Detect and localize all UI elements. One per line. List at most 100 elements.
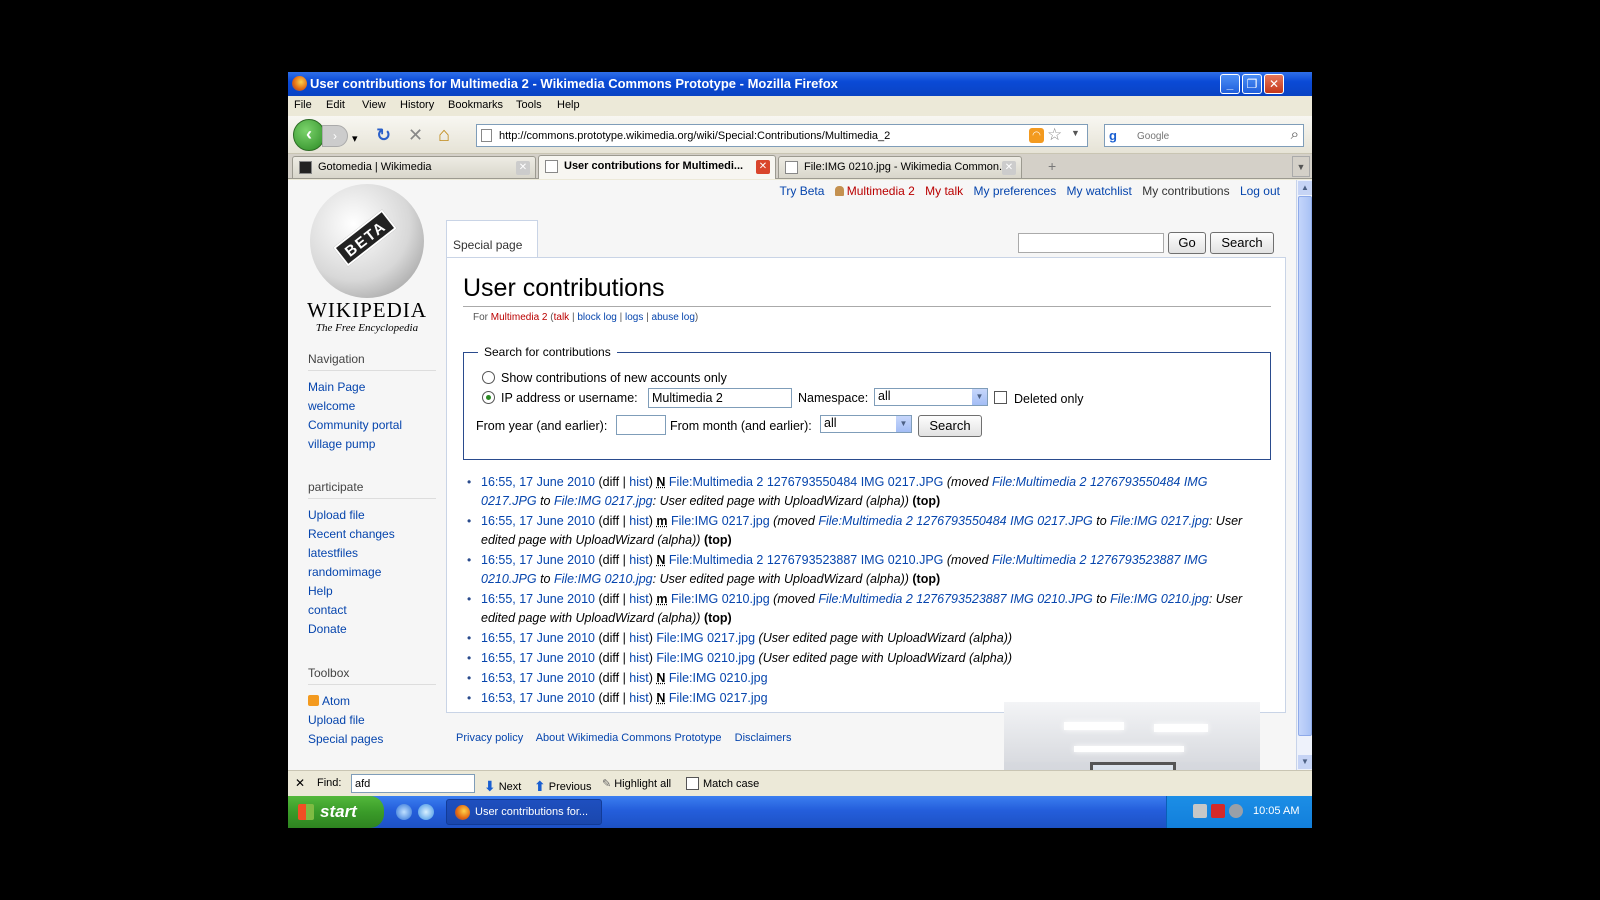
- from-year-input[interactable]: [616, 415, 666, 435]
- magnifier-icon[interactable]: ⌕: [1291, 126, 1299, 143]
- menu-view[interactable]: View: [362, 99, 386, 111]
- subtitle-block-log-link[interactable]: block log: [577, 312, 616, 323]
- menu-file[interactable]: File: [294, 99, 312, 111]
- home-icon[interactable]: ⌂: [438, 125, 450, 145]
- subtitle-abuse-log-link[interactable]: abuse log: [652, 312, 695, 323]
- my-contributions-link[interactable]: My contributions: [1142, 184, 1229, 198]
- star-icon[interactable]: ☆: [1047, 125, 1062, 145]
- start-button[interactable]: start: [288, 796, 384, 828]
- search-input[interactable]: [1137, 128, 1277, 144]
- minimize-button[interactable]: _: [1220, 74, 1240, 94]
- sidebar-item-latestfiles[interactable]: latestfiles: [308, 546, 358, 560]
- url-dropdown-icon[interactable]: ▼: [1071, 128, 1080, 138]
- summary-target-link[interactable]: File:IMG 0210.jpg: [1110, 592, 1209, 606]
- sidebar-item-community-portal[interactable]: Community portal: [308, 418, 402, 432]
- subtitle-talk-link[interactable]: talk: [554, 312, 570, 323]
- network-icon[interactable]: [1193, 804, 1207, 818]
- contribution-timestamp-link[interactable]: 16:53, 17 June 2010: [481, 691, 595, 705]
- tab-gotomedia[interactable]: Gotomedia | Wikimedia ✕: [292, 156, 536, 178]
- radio-ip-username[interactable]: IP address or username:: [482, 391, 638, 405]
- deleted-only-checkbox[interactable]: [994, 391, 1007, 404]
- search-bar[interactable]: g ⌕: [1104, 124, 1304, 147]
- back-arrow-icon[interactable]: ‹: [293, 119, 325, 151]
- try-beta-link[interactable]: Try Beta: [780, 184, 825, 198]
- wikipedia-globe-logo[interactable]: BETA WIKIPEDIA The Free Encyclopedia: [304, 184, 430, 334]
- tab-file-img-0210[interactable]: File:IMG 0210.jpg - Wikimedia Common... …: [778, 156, 1022, 178]
- wiki-search-input[interactable]: [1018, 233, 1164, 253]
- security-icon[interactable]: [1211, 804, 1225, 818]
- find-input[interactable]: [351, 774, 475, 793]
- summary-source-link[interactable]: File:Multimedia 2 1276793523887 IMG 0210…: [818, 592, 1092, 606]
- close-tab-icon[interactable]: ✕: [516, 161, 530, 175]
- find-previous-button[interactable]: ⬆ Previous: [534, 777, 592, 794]
- contribution-page-link[interactable]: File:IMG 0217.jpg: [671, 514, 770, 528]
- scroll-up-icon[interactable]: ▲: [1298, 181, 1312, 195]
- contributions-search-button[interactable]: Search: [918, 415, 982, 437]
- close-tab-icon[interactable]: ✕: [1002, 161, 1016, 175]
- taskbar-firefox-item[interactable]: User contributions for...: [446, 799, 602, 825]
- user-page-link[interactable]: Multimedia 2: [834, 184, 915, 198]
- menu-tools[interactable]: Tools: [516, 99, 542, 111]
- username-input[interactable]: [648, 388, 792, 408]
- my-preferences-link[interactable]: My preferences: [974, 184, 1057, 198]
- hist-link[interactable]: hist: [629, 651, 648, 665]
- menu-edit[interactable]: Edit: [326, 99, 345, 111]
- sidebar-item-donate[interactable]: Donate: [308, 622, 347, 636]
- summary-target-link[interactable]: File:IMG 0210.jpg: [554, 572, 653, 586]
- contribution-page-link[interactable]: File:Multimedia 2 1276793523887 IMG 0210…: [669, 553, 943, 567]
- close-find-bar-icon[interactable]: ✕: [295, 776, 305, 790]
- url-input[interactable]: [499, 127, 1019, 144]
- volume-icon[interactable]: [1229, 804, 1243, 818]
- history-dropdown-icon[interactable]: ▾: [352, 129, 358, 149]
- subtitle-user-link[interactable]: Multimedia 2: [491, 312, 548, 323]
- footer-disclaimers[interactable]: Disclaimers: [735, 732, 792, 744]
- hist-link[interactable]: hist: [629, 514, 648, 528]
- sidebar-item-welcome[interactable]: welcome: [308, 399, 355, 413]
- contribution-page-link[interactable]: File:IMG 0210.jpg: [669, 671, 768, 685]
- highlight-all-button[interactable]: ✎ Highlight all: [602, 777, 671, 790]
- contribution-timestamp-link[interactable]: 16:55, 17 June 2010: [481, 651, 595, 665]
- contribution-page-link[interactable]: File:IMG 0217.jpg: [656, 631, 755, 645]
- contribution-timestamp-link[interactable]: 16:55, 17 June 2010: [481, 553, 595, 567]
- hist-link[interactable]: hist: [629, 553, 648, 567]
- my-watchlist-link[interactable]: My watchlist: [1067, 184, 1132, 198]
- sidebar-item-special-pages[interactable]: Special pages: [308, 732, 383, 746]
- google-icon[interactable]: g: [1109, 128, 1125, 144]
- sidebar-item-atom[interactable]: Atom: [308, 694, 350, 708]
- sidebar-item-randomimage[interactable]: randomimage: [308, 565, 381, 579]
- menu-history[interactable]: History: [400, 99, 434, 111]
- footer-privacy-policy[interactable]: Privacy policy: [456, 732, 523, 744]
- tab-list-dropdown[interactable]: ▼: [1292, 156, 1310, 177]
- radio-button[interactable]: [482, 371, 495, 384]
- sidebar-item-toolbox-upload-file[interactable]: Upload file: [308, 713, 365, 727]
- summary-target-link[interactable]: File:IMG 0217.jpg: [1110, 514, 1209, 528]
- menu-help[interactable]: Help: [557, 99, 580, 111]
- match-case-option[interactable]: Match case: [686, 777, 759, 790]
- hist-link[interactable]: hist: [629, 691, 648, 705]
- hist-link[interactable]: hist: [629, 671, 648, 685]
- my-talk-link[interactable]: My talk: [925, 184, 963, 198]
- radio-button-selected[interactable]: [482, 391, 495, 404]
- go-button[interactable]: Go: [1168, 232, 1206, 254]
- sidebar-item-contact[interactable]: contact: [308, 603, 347, 617]
- contribution-timestamp-link[interactable]: 16:55, 17 June 2010: [481, 475, 595, 489]
- find-next-button[interactable]: ⬇ Next: [484, 777, 521, 794]
- reload-icon[interactable]: ↻: [376, 125, 391, 145]
- match-case-checkbox[interactable]: [686, 777, 699, 790]
- wiki-search-button[interactable]: Search: [1210, 232, 1274, 254]
- quicklaunch-browser-icon[interactable]: [396, 804, 412, 820]
- contribution-page-link[interactable]: File:IMG 0210.jpg: [656, 651, 755, 665]
- from-month-select[interactable]: all ▼: [820, 415, 912, 433]
- close-tab-icon[interactable]: ✕: [756, 160, 770, 174]
- radio-new-accounts[interactable]: Show contributions of new accounts only: [482, 371, 727, 385]
- stop-icon[interactable]: ✕: [408, 125, 423, 145]
- log-out-link[interactable]: Log out: [1240, 184, 1280, 198]
- forward-arrow-icon[interactable]: ›: [322, 125, 348, 147]
- tab-special-page[interactable]: Special page: [446, 220, 538, 258]
- quicklaunch-ie-icon[interactable]: [418, 804, 434, 820]
- sidebar-item-village-pump[interactable]: village pump: [308, 437, 375, 451]
- address-bar[interactable]: ◠ ☆ ▼: [476, 124, 1088, 147]
- contribution-timestamp-link[interactable]: 16:55, 17 June 2010: [481, 592, 595, 606]
- new-tab-icon[interactable]: +: [1048, 158, 1056, 174]
- footer-about[interactable]: About Wikimedia Commons Prototype: [536, 732, 722, 744]
